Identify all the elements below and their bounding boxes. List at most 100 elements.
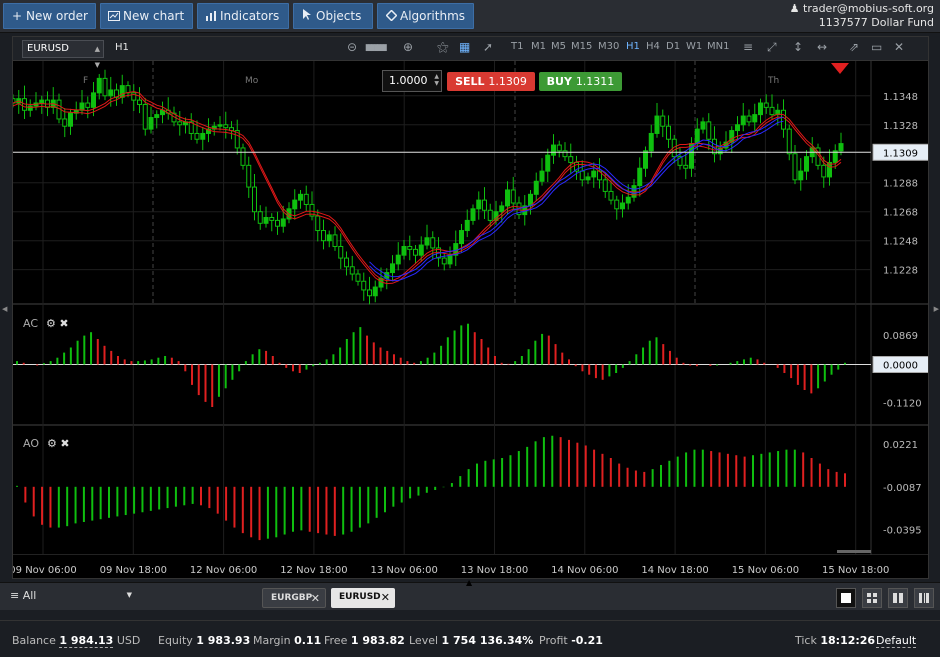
candle-body xyxy=(148,117,154,130)
candle-body xyxy=(194,132,200,140)
horizontal-scale-icon[interactable]: ↔ xyxy=(817,40,827,54)
candle-body xyxy=(735,124,740,132)
candle-body xyxy=(292,199,298,210)
tf-t1[interactable]: T1 xyxy=(511,41,523,52)
maximize-icon[interactable]: ▭ xyxy=(871,40,882,54)
candle-body xyxy=(487,209,493,221)
tf-mn1[interactable]: MN1 xyxy=(707,41,729,52)
close-icon[interactable]: ✕ xyxy=(311,589,320,608)
x-tick-label: 14 Nov 18:00 xyxy=(641,565,708,576)
candle-body xyxy=(781,109,786,130)
candle-body xyxy=(539,170,545,182)
chart-tabs-bar: ≡ All ▼ EURGBP ✕ EURUSD ✕ ▲ xyxy=(0,578,940,610)
zoom-out-icon[interactable]: ⊝ xyxy=(347,40,357,54)
price-label: 1.1268 xyxy=(883,208,918,219)
gear-icon[interactable]: ⚙ xyxy=(46,317,56,330)
account-user: trader@mobius-soft.org xyxy=(803,2,934,15)
line-type-icon[interactable]: ➚ xyxy=(483,40,493,54)
candle-body xyxy=(763,102,769,108)
tf-m30[interactable]: M30 xyxy=(598,41,619,52)
candle-body xyxy=(303,193,309,205)
candle-body xyxy=(217,124,223,127)
candle-body xyxy=(108,89,114,97)
quantity-input[interactable]: 1.0000 ▲ ▼ xyxy=(382,70,442,92)
layout-grid-button[interactable] xyxy=(862,588,882,608)
layout-rows-button[interactable] xyxy=(914,588,934,608)
candle-body xyxy=(441,257,447,265)
chart-canvas[interactable]: F Mo Th 1.1348 1.1328 1.1309 1.1288 1.1268 1.12… xyxy=(13,61,928,578)
indicators-button[interactable]: Indicators xyxy=(197,3,289,29)
balance-status: Balance 1 984.13 USD xyxy=(12,634,141,648)
free-status: Free 1 983.82 xyxy=(324,634,405,647)
profile-select[interactable]: Default xyxy=(876,634,917,648)
candle-body xyxy=(614,199,620,210)
zoom-in-icon[interactable]: ⊕ xyxy=(403,40,413,54)
ma-blue-line xyxy=(369,116,784,278)
layout-grid-icon xyxy=(867,593,877,603)
candle-body xyxy=(119,85,125,98)
tf-h4[interactable]: H4 xyxy=(646,41,660,52)
objects-button[interactable]: Objects xyxy=(293,3,373,29)
layout-columns-button[interactable] xyxy=(888,588,908,608)
filter-select[interactable]: ≡ All ▼ xyxy=(10,589,132,602)
candle-body xyxy=(154,114,160,119)
tf-w1[interactable]: W1 xyxy=(686,41,702,52)
candle-body xyxy=(625,196,631,204)
plus-icon: + xyxy=(11,9,23,23)
popout-icon[interactable]: ⇗ xyxy=(849,40,859,54)
vertical-scale-icon[interactable]: ↕ xyxy=(793,40,803,54)
buy-button[interactable]: BUY 1.1311 xyxy=(539,72,622,91)
ma-red-line xyxy=(13,93,842,285)
close-chart-icon[interactable]: ✕ xyxy=(894,40,904,54)
close-icon[interactable]: ✖ xyxy=(60,437,69,450)
tab-eurgbp[interactable]: EURGBP ✕ xyxy=(262,588,326,608)
candle-body xyxy=(137,99,142,105)
candle-body xyxy=(752,114,758,123)
algorithms-button[interactable]: Algorithms xyxy=(377,3,474,29)
new-order-button[interactable]: + New order xyxy=(3,3,96,29)
equity-status: Equity 1 983.93 xyxy=(158,634,251,647)
x-tick-label: 09 Nov 18:00 xyxy=(100,565,167,576)
spinner-icon[interactable]: ▲ ▼ xyxy=(434,73,439,87)
sell-button[interactable]: SELL 1.1309 xyxy=(447,72,535,91)
candle-body xyxy=(39,99,45,104)
tf-m5[interactable]: M5 xyxy=(551,41,566,52)
x-tick-label: 12 Nov 06:00 xyxy=(190,565,257,576)
candle-body xyxy=(79,102,85,111)
candle-body xyxy=(223,124,229,129)
candle-body xyxy=(263,217,269,224)
account-info[interactable]: ♟ trader@mobius-soft.org 1137577 Dollar … xyxy=(784,2,934,30)
bar-type-icon[interactable]: ⚝ xyxy=(437,40,449,55)
chevron-down-icon: ▼ xyxy=(126,591,132,599)
candle-body xyxy=(85,102,91,108)
symbol-select[interactable]: EURUSD ▲ ▼ xyxy=(22,40,104,69)
draw-tools-icon[interactable]: ≡ xyxy=(743,40,753,54)
close-icon[interactable]: ✕ xyxy=(381,588,390,607)
status-bar: Balance 1 984.13 USD Equity 1 983.93 Mar… xyxy=(0,620,940,657)
close-icon[interactable]: ✖ xyxy=(59,317,68,330)
tf-m1[interactable]: M1 xyxy=(531,41,546,52)
candle-body xyxy=(361,280,367,291)
candle-body xyxy=(648,132,654,152)
expand-diagonal-icon[interactable]: ⤢ xyxy=(767,40,777,55)
right-collapse-icon[interactable]: ▶ xyxy=(934,305,939,313)
candle-body xyxy=(27,105,33,111)
new-chart-button[interactable]: New chart xyxy=(100,3,193,29)
gear-icon[interactable]: ⚙ xyxy=(47,437,57,450)
tf-d1[interactable]: D1 xyxy=(666,41,680,52)
tf-h1[interactable]: H1 xyxy=(626,41,640,52)
tab-eurusd[interactable]: EURUSD ✕ xyxy=(331,588,395,608)
x-tick-label: 14 Nov 06:00 xyxy=(551,565,618,576)
horizontal-scrollbar xyxy=(837,550,871,553)
candle-body xyxy=(142,103,148,130)
left-collapse-icon[interactable]: ◀ xyxy=(2,305,7,313)
candle-body xyxy=(418,244,424,256)
tf-m15[interactable]: M15 xyxy=(571,41,592,52)
account-fund: 1137577 Dollar Fund xyxy=(818,16,934,29)
line-chart-icon xyxy=(107,4,121,28)
layout-single-button[interactable] xyxy=(836,588,856,608)
candle-body xyxy=(821,164,827,178)
candle-type-icon[interactable]: ▦ xyxy=(459,40,470,54)
zoom-slider[interactable]: ▮▮▮▮▮▮▮ xyxy=(365,43,388,53)
candle-body xyxy=(556,144,562,152)
